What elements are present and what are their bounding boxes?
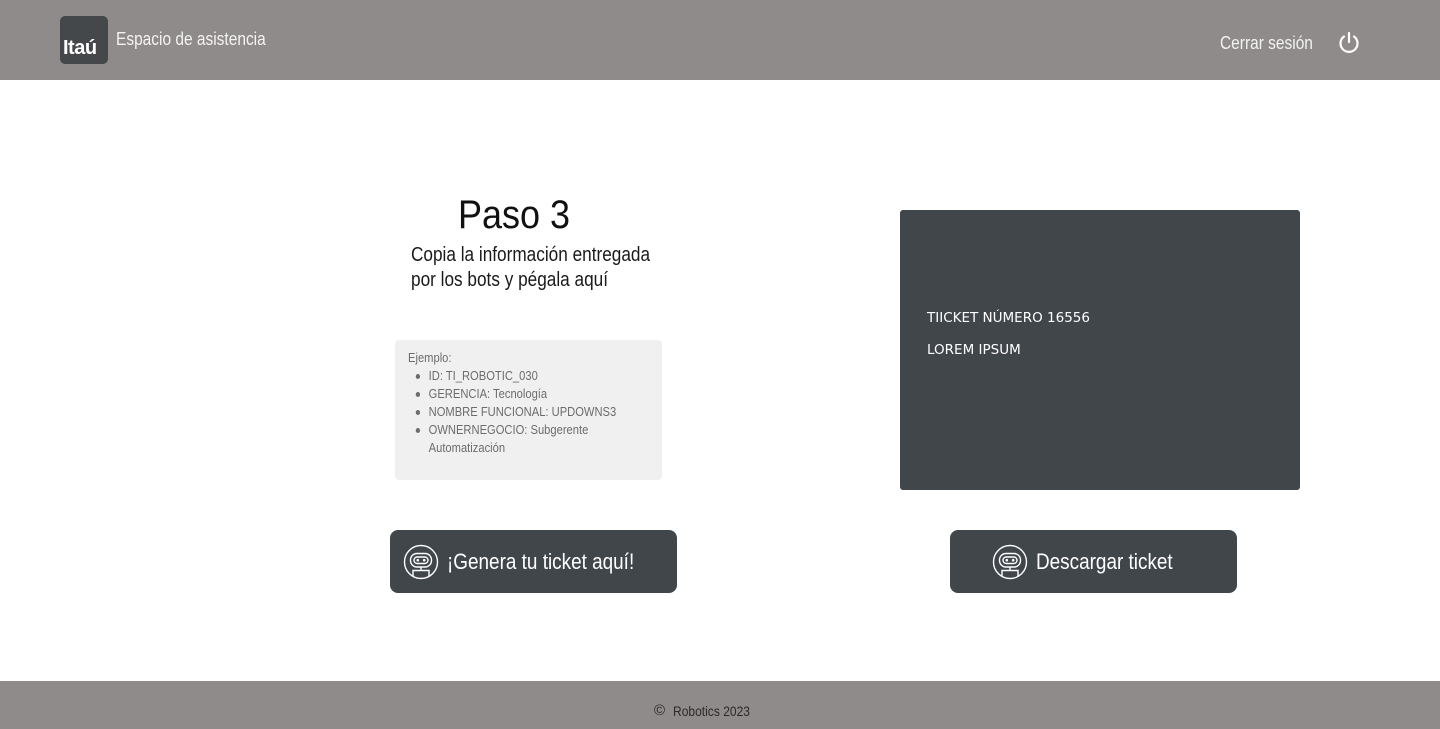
logo-text: Itaú — [63, 37, 97, 59]
step-title: Paso 3 — [458, 193, 571, 237]
ticket-number: TIICKET NÚMERO 16556 — [927, 310, 1090, 326]
robot-icon — [992, 544, 1028, 579]
example-item-nombre: NOMBRE FUNCIONAL: UPDOWNS3 — [408, 403, 666, 421]
example-item-gerencia: GERENCIA: Tecnología — [408, 385, 666, 403]
copyright-icon: © — [654, 702, 666, 719]
footer-content: © Robotics 2023 — [654, 702, 763, 719]
power-icon[interactable] — [1337, 31, 1361, 55]
example-item-id: ID: TI_ROBOTIC_030 — [408, 367, 666, 385]
generate-ticket-label: ¡Genera tu ticket aquí! — [446, 548, 634, 574]
example-item-owner: OWNERNEGOCIO: Subgerente Automatización — [408, 421, 666, 457]
download-ticket-button[interactable]: Descargar ticket — [950, 530, 1237, 593]
example-label: Ejemplo: — [408, 350, 452, 365]
logout-link[interactable]: Cerrar sesión — [1220, 33, 1313, 54]
step-description: Copia la información entregada por los b… — [411, 244, 651, 291]
example-box: Ejemplo: ID: TI_ROBOTIC_030 GERENCIA: Te… — [395, 340, 662, 480]
ticket-panel[interactable]: TIICKET NÚMERO 16556 LOREM IPSUM — [900, 210, 1300, 490]
footer-text: Robotics 2023 — [673, 702, 751, 719]
ticket-text: LOREM IPSUM — [927, 342, 1021, 358]
download-ticket-label: Descargar ticket — [1036, 548, 1173, 574]
footer: © Robotics 2023 — [0, 681, 1440, 729]
generate-ticket-button[interactable]: ¡Genera tu ticket aquí! — [390, 530, 677, 593]
robot-icon — [403, 544, 438, 579]
itau-logo[interactable]: Itaú — [60, 16, 108, 64]
top-bar: Itaú Espacio de asistencia Cerrar sesión — [0, 0, 1440, 80]
example-list: ID: TI_ROBOTIC_030 GERENCIA: Tecnología … — [408, 367, 666, 457]
app-title: Espacio de asistencia — [116, 29, 266, 49]
